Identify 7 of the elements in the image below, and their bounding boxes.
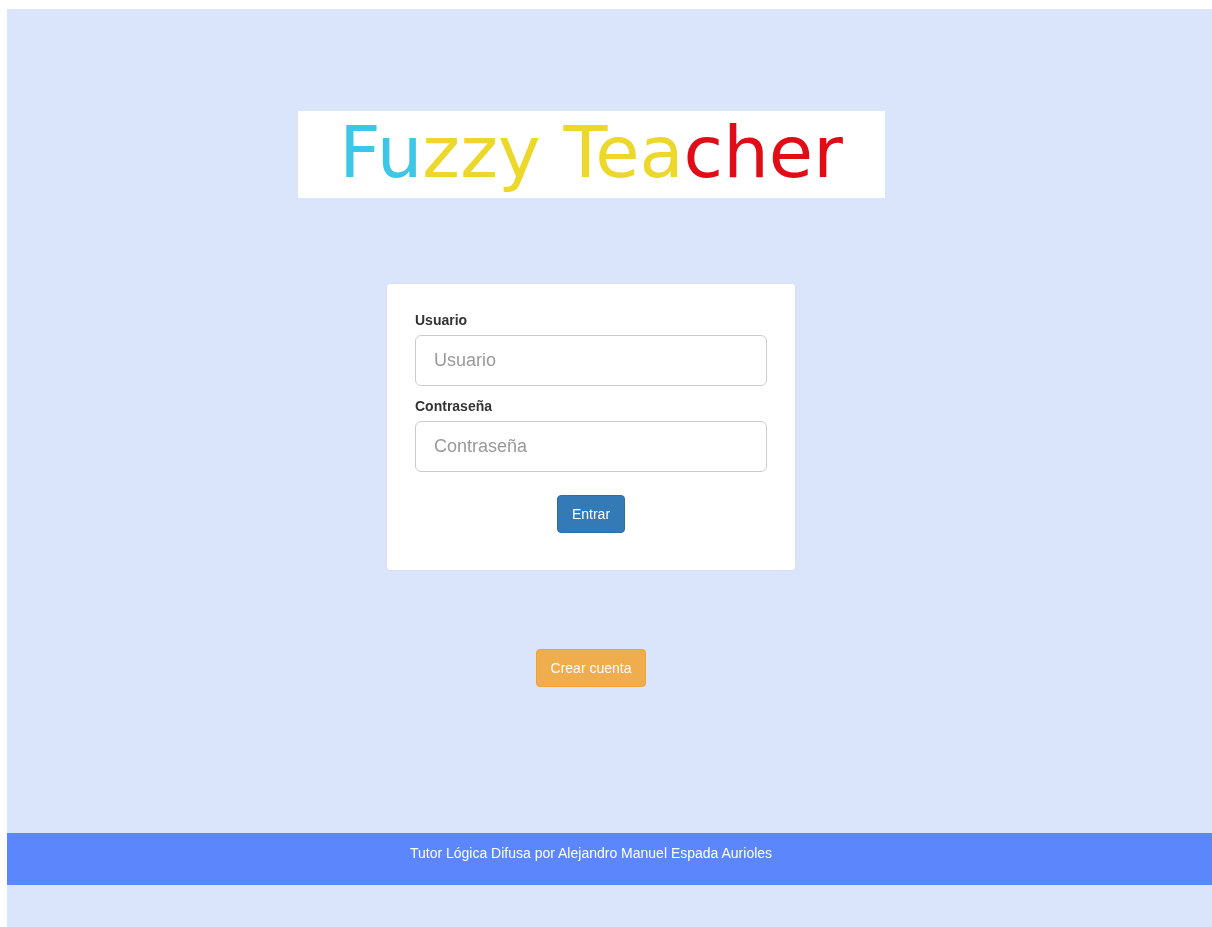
- logo: Fuzzy Teacher: [297, 111, 885, 198]
- input-field[interactable]: Usuario: [415, 335, 767, 386]
- field-label: Usuario: [415, 312, 468, 328]
- submit-button[interactable]: Entrar: [556, 495, 626, 533]
- input-field[interactable]: Contraseña: [415, 421, 767, 472]
- footer-text: Tutor Lógica Difusa por Alejandro Manuel Espada Aurioles: [409, 845, 773, 861]
- field-label: Contraseña: [415, 398, 493, 414]
